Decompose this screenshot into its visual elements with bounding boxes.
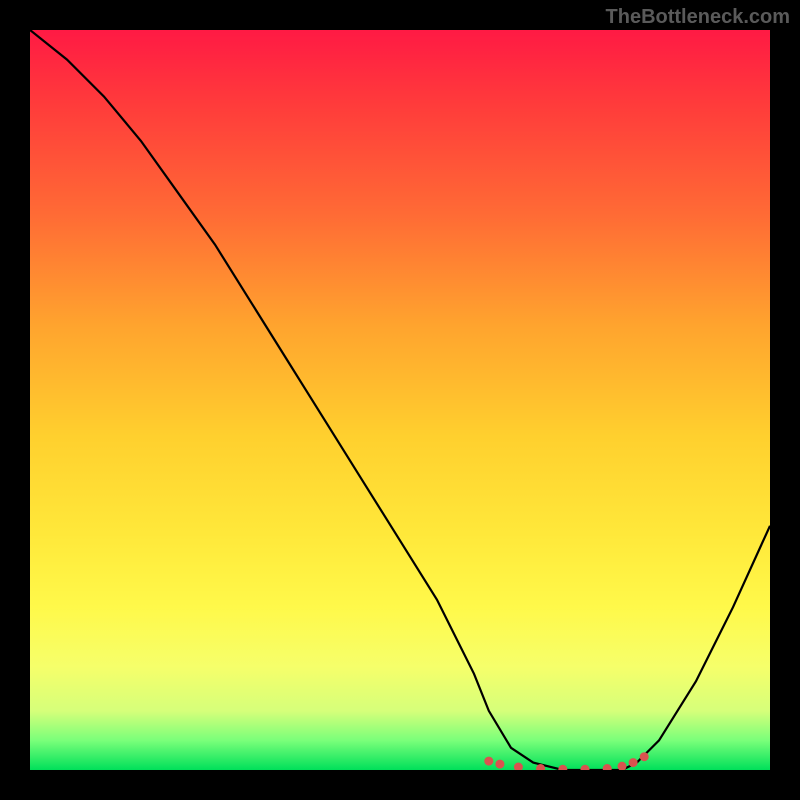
plot-area xyxy=(30,30,770,770)
watermark-text: TheBottleneck.com xyxy=(606,6,790,29)
highlight-markers xyxy=(484,752,648,770)
marker-dot xyxy=(618,762,627,770)
curve-svg xyxy=(30,30,770,770)
marker-dot xyxy=(629,758,638,767)
bottleneck-curve xyxy=(30,30,770,770)
marker-dot xyxy=(581,765,590,770)
marker-dot xyxy=(640,752,649,761)
marker-dot xyxy=(514,763,523,771)
marker-dot xyxy=(484,757,493,766)
marker-dot xyxy=(603,764,612,770)
marker-dot xyxy=(558,765,567,770)
marker-dot xyxy=(495,760,504,769)
